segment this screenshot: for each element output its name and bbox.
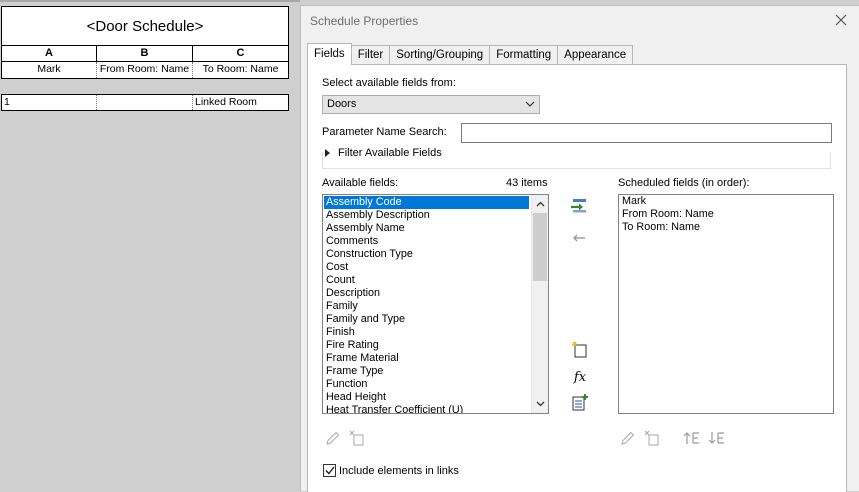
category-dropdown[interactable]: Doors xyxy=(322,95,540,114)
list-item[interactable]: Assembly Code xyxy=(324,196,529,209)
tab-appearance[interactable]: Appearance xyxy=(557,45,634,65)
remove-arrow-icon xyxy=(573,234,585,242)
list-item[interactable]: Count xyxy=(323,274,548,287)
fields-tab-panel: Select available fields from: Doors Para… xyxy=(307,64,847,492)
scroll-down-button[interactable] xyxy=(532,396,548,412)
available-fields-count: 43 items xyxy=(506,177,548,189)
cell-from-room[interactable] xyxy=(97,95,193,110)
edit-parameter-button-right[interactable] xyxy=(618,429,636,447)
list-item[interactable]: Finish xyxy=(323,326,548,339)
pencil-icon xyxy=(620,431,634,445)
expand-triangle-icon xyxy=(325,149,330,157)
scheduled-fields-label: Scheduled fields (in order): xyxy=(618,177,750,189)
delete-parameter-icon xyxy=(349,430,364,446)
close-icon xyxy=(835,14,847,26)
category-dropdown-value: Doors xyxy=(327,98,357,110)
add-field-arrow-icon xyxy=(571,199,586,213)
list-item[interactable]: Description xyxy=(323,287,548,300)
available-fields-scrollbar[interactable] xyxy=(531,195,548,413)
scroll-up-button[interactable] xyxy=(532,196,548,212)
close-button[interactable] xyxy=(832,11,850,29)
schedule-view: <Door Schedule> A B C Mark From Room: Na… xyxy=(0,0,300,491)
filter-available-fields-label: Filter Available Fields xyxy=(338,147,442,159)
tab-sorting-grouping[interactable]: Sorting/Grouping xyxy=(389,45,491,65)
list-item[interactable]: Family xyxy=(323,300,548,313)
chevron-down-icon xyxy=(536,401,544,407)
combine-parameters-button[interactable] xyxy=(570,392,590,412)
move-down-icon xyxy=(708,432,724,444)
list-item[interactable]: Heat Transfer Coefficient (U) xyxy=(323,404,548,413)
column-letter-c[interactable]: C xyxy=(193,46,288,61)
available-fields-list[interactable]: Assembly Code Assembly Description Assembl… xyxy=(322,194,549,414)
column-header-from-room[interactable]: From Room: Name xyxy=(97,62,193,78)
list-item[interactable]: Family and Type xyxy=(323,313,548,326)
schedule-title: <Door Schedule> xyxy=(1,6,289,46)
param-search-label: Parameter Name Search: xyxy=(322,126,447,138)
fx-icon: fx xyxy=(573,369,587,385)
available-fields-label: Available fields: xyxy=(322,177,399,189)
remove-parameter-button[interactable] xyxy=(569,228,589,248)
list-item[interactable]: Comments xyxy=(323,235,548,248)
view-top-edge xyxy=(0,0,300,2)
table-row: 1 Linked Room xyxy=(1,94,289,111)
tab-formatting[interactable]: Formatting xyxy=(489,45,559,65)
scheduled-fields-list[interactable]: Mark From Room: Name To Room: Name xyxy=(618,194,834,414)
cell-to-room[interactable]: Linked Room xyxy=(193,95,288,110)
checkmark-icon xyxy=(324,466,335,475)
calculated-value-button[interactable]: fx xyxy=(570,367,590,387)
edit-parameter-button-left[interactable] xyxy=(323,429,341,447)
dialog-title: Schedule Properties xyxy=(310,14,419,28)
delete-parameter-button-right[interactable] xyxy=(643,429,661,447)
delete-parameter-button-left[interactable] xyxy=(348,429,366,447)
filter-available-fields-toggle[interactable]: Filter Available Fields xyxy=(322,147,442,159)
schedule-properties-dialog: Schedule Properties Fields Filter Sortin… xyxy=(300,5,859,492)
move-up-button[interactable] xyxy=(682,429,702,447)
chevron-down-icon xyxy=(525,101,535,107)
select-from-label: Select available fields from: xyxy=(322,77,456,89)
column-letter-b[interactable]: B xyxy=(97,46,193,61)
tab-strip: Fields Filter Sorting/Grouping Formattin… xyxy=(307,43,634,65)
move-down-button[interactable] xyxy=(707,429,727,447)
include-links-label: Include elements in links xyxy=(339,464,459,477)
tab-fields[interactable]: Fields xyxy=(307,43,352,65)
list-item[interactable]: Head Height xyxy=(323,391,548,404)
list-item[interactable]: Function xyxy=(323,378,548,391)
scroll-thumb[interactable] xyxy=(533,213,547,281)
list-item[interactable]: Frame Material xyxy=(323,352,548,365)
move-up-icon xyxy=(683,432,699,444)
new-parameter-button[interactable] xyxy=(570,339,590,359)
column-headers-row: Mark From Room: Name To Room: Name xyxy=(1,62,289,79)
chevron-up-icon xyxy=(536,201,544,207)
list-item[interactable]: Cost xyxy=(323,261,548,274)
list-item[interactable]: Assembly Name xyxy=(323,222,548,235)
add-parameter-button[interactable] xyxy=(569,196,589,216)
list-item[interactable]: Frame Type xyxy=(323,365,548,378)
available-fields-items: Assembly Code Assembly Description Assembl… xyxy=(323,196,548,413)
parameter-name-search-input[interactable] xyxy=(461,123,832,143)
combine-parameters-icon xyxy=(572,394,588,411)
list-item[interactable]: Fire Rating xyxy=(323,339,548,352)
delete-parameter-icon xyxy=(644,430,659,446)
list-item[interactable]: To Room: Name xyxy=(619,221,833,234)
include-links-row[interactable]: Include elements in links xyxy=(323,464,459,477)
cell-mark[interactable]: 1 xyxy=(2,95,97,110)
list-item[interactable]: Mark xyxy=(619,195,833,208)
list-item[interactable]: Construction Type xyxy=(323,248,548,261)
column-header-to-room[interactable]: To Room: Name xyxy=(193,62,288,78)
column-letters-row: A B C xyxy=(1,46,289,62)
column-letter-a[interactable]: A xyxy=(2,46,97,61)
list-item[interactable]: From Room: Name xyxy=(619,208,833,221)
tab-filter[interactable]: Filter xyxy=(350,45,391,65)
pencil-icon xyxy=(325,431,339,445)
scheduled-fields-items: Mark From Room: Name To Room: Name xyxy=(619,195,833,234)
list-item[interactable]: Assembly Description xyxy=(323,209,548,222)
include-links-checkbox[interactable] xyxy=(323,464,336,477)
new-parameter-icon xyxy=(572,341,587,358)
column-header-mark[interactable]: Mark xyxy=(2,62,97,78)
